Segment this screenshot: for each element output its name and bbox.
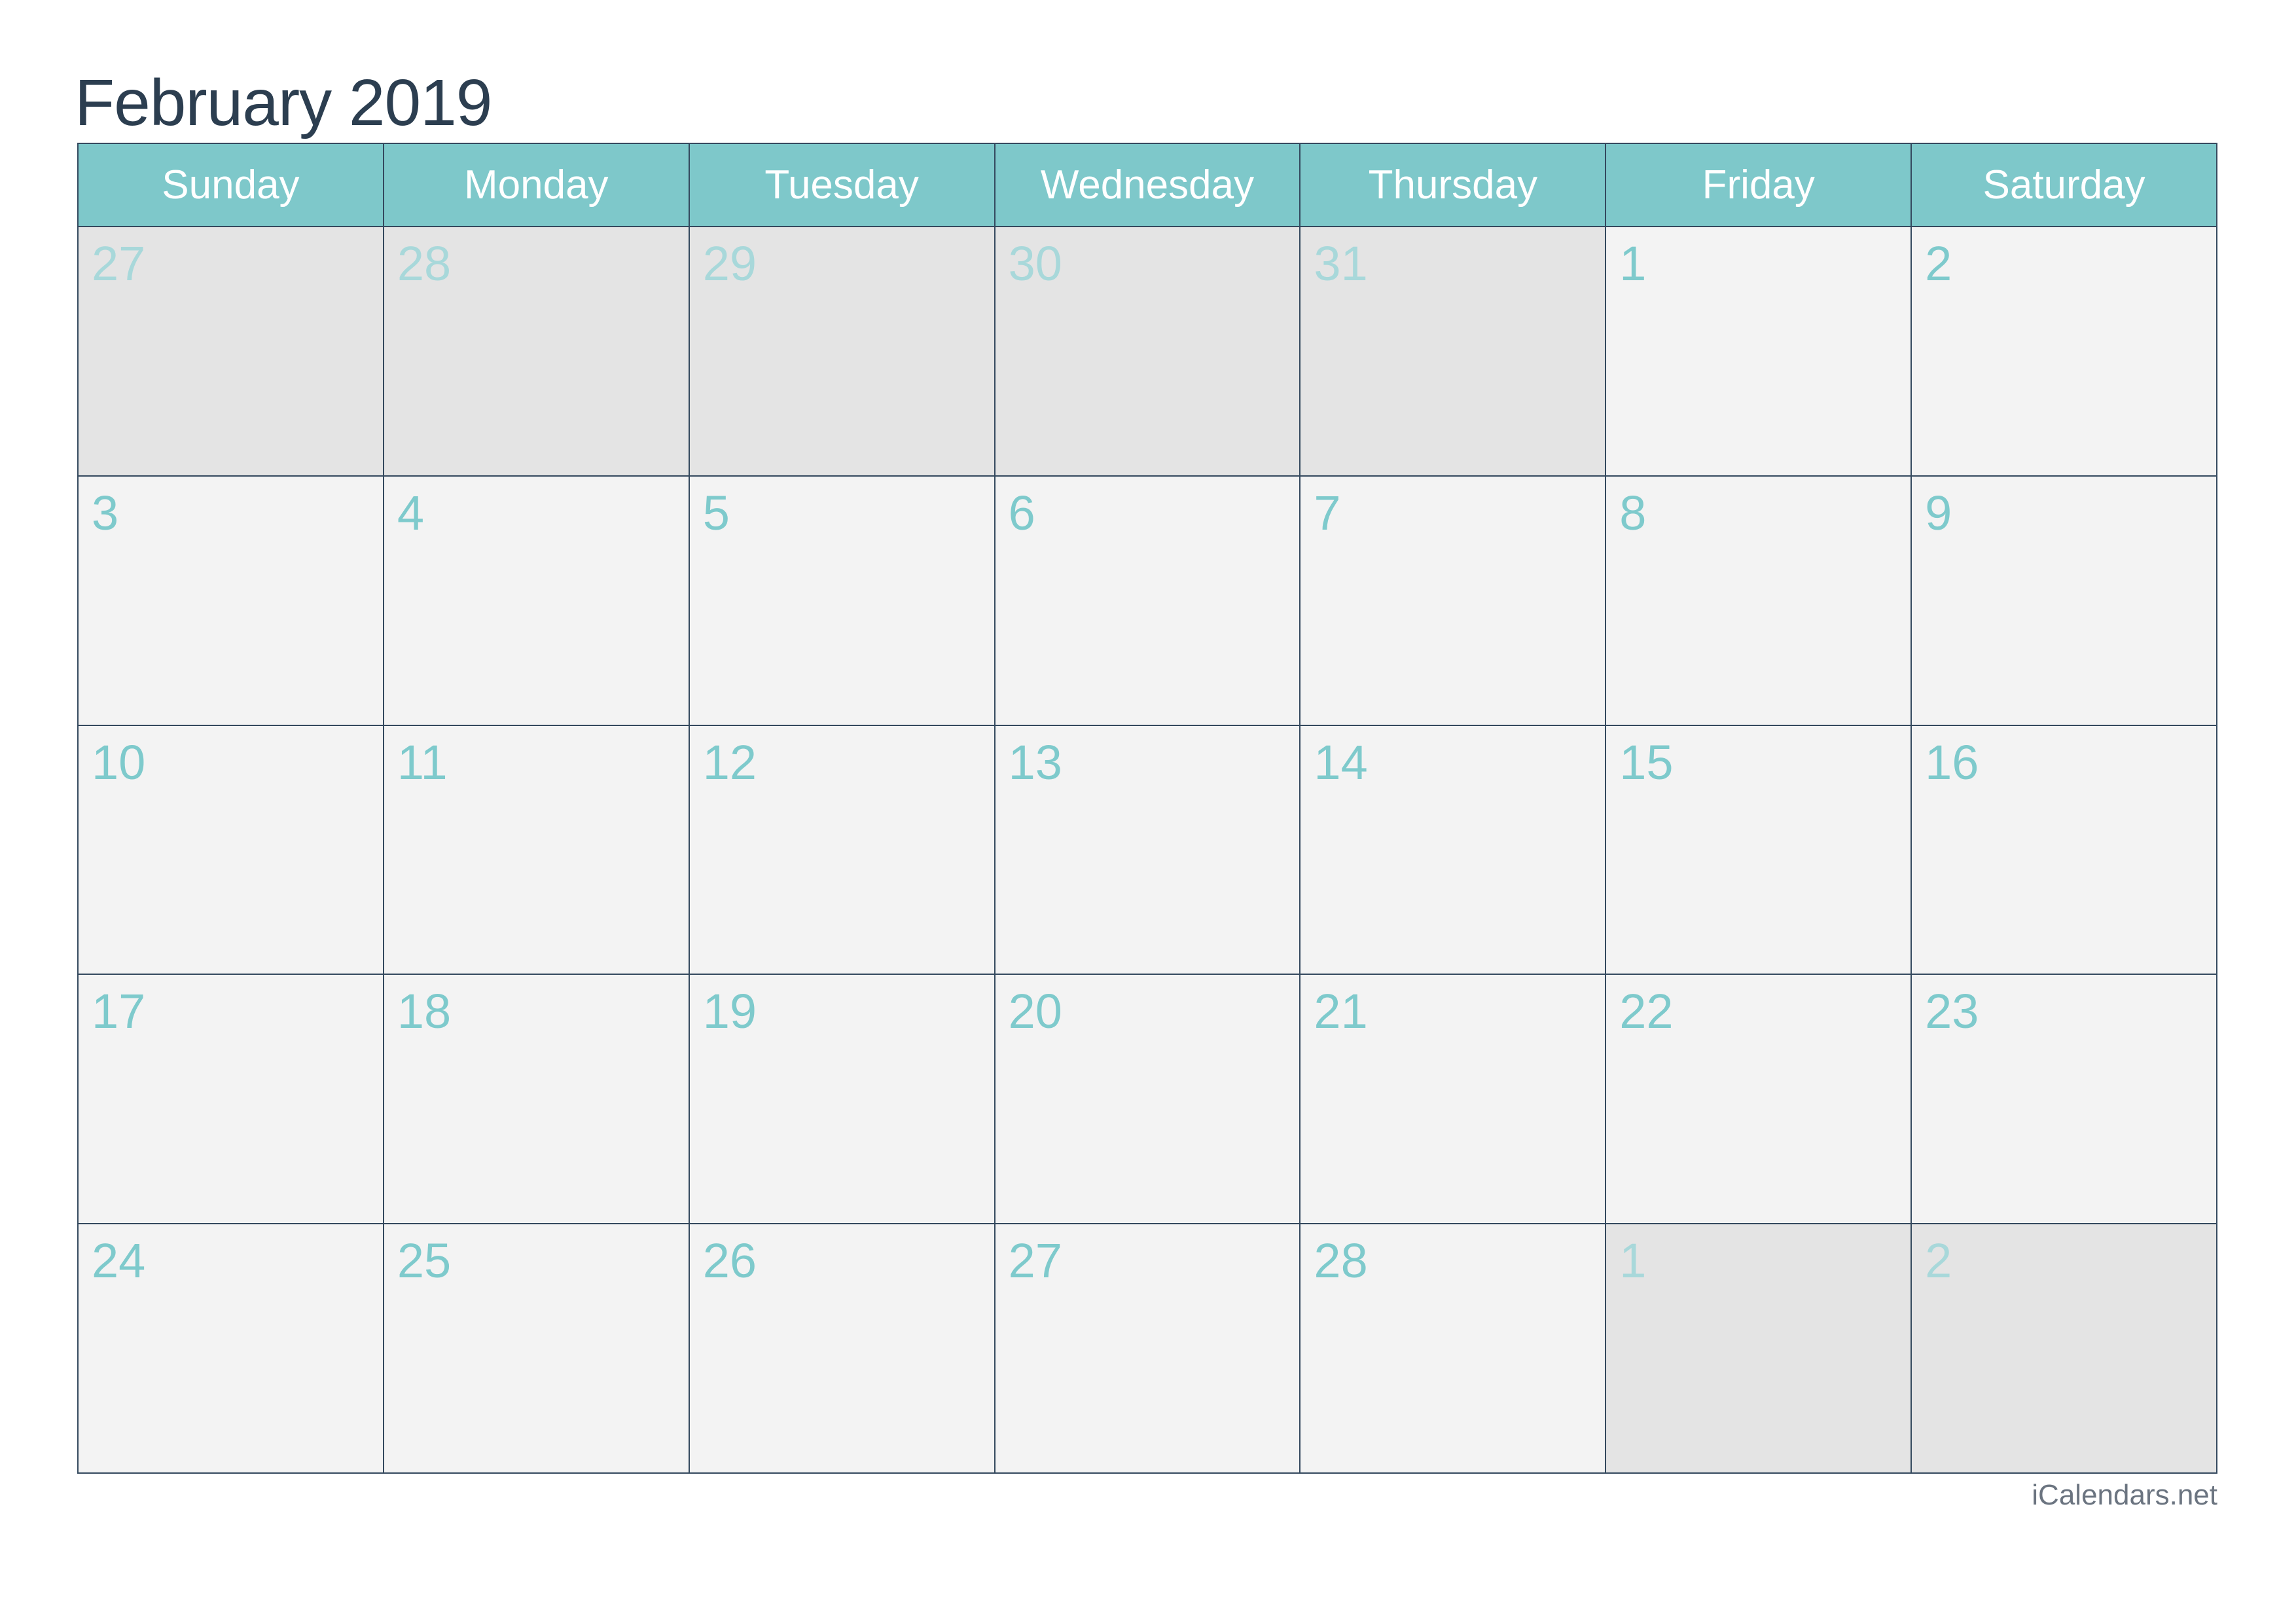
day-cell: 7 (1300, 476, 1605, 725)
day-cell-other-month: 28 (384, 227, 689, 475)
day-cell: 17 (79, 975, 383, 1224)
day-number: 17 (92, 984, 146, 1039)
day-number: 2 (1925, 1233, 1952, 1288)
weekday-header-saturday: Saturday (1912, 144, 2216, 226)
day-cell: 9 (1912, 476, 2216, 725)
day-cell-other-month: 29 (689, 227, 994, 475)
day-cell: 15 (1606, 725, 1911, 974)
day-number: 25 (397, 1233, 452, 1288)
day-number: 18 (397, 984, 452, 1039)
day-number: 20 (1008, 984, 1062, 1039)
weekday-header-monday: Monday (384, 144, 689, 226)
day-number: 13 (1008, 735, 1062, 790)
day-number: 1 (1619, 236, 1647, 291)
day-number: 11 (397, 735, 448, 790)
day-cell-other-month: 30 (995, 227, 1300, 475)
site-credit: iCalendars.net (2032, 1479, 2217, 1511)
day-cell: 23 (1912, 975, 2216, 1224)
day-number: 26 (702, 1233, 757, 1288)
weekday-header-friday: Friday (1606, 144, 1911, 226)
day-number: 4 (397, 485, 424, 540)
day-cell: 12 (689, 725, 994, 974)
day-cell: 24 (79, 1224, 383, 1472)
day-number: 29 (702, 236, 757, 291)
day-cell: 4 (384, 476, 689, 725)
day-cell: 20 (995, 975, 1300, 1224)
day-cell: 1 (1606, 227, 1911, 475)
day-number: 22 (1619, 984, 1674, 1039)
day-cell: 13 (995, 725, 1300, 974)
day-cell: 22 (1606, 975, 1911, 1224)
weekday-header-tuesday: Tuesday (689, 144, 994, 226)
day-number: 21 (1314, 984, 1368, 1039)
day-number: 10 (92, 735, 146, 790)
day-number: 31 (1314, 236, 1368, 291)
day-number: 28 (1314, 1233, 1368, 1288)
day-number: 2 (1925, 236, 1952, 291)
day-number: 9 (1925, 485, 1952, 540)
day-cell-other-month: 27 (79, 227, 383, 475)
day-cell: 28 (1300, 1224, 1605, 1472)
day-number: 14 (1314, 735, 1368, 790)
day-cell: 3 (79, 476, 383, 725)
day-number: 3 (92, 485, 119, 540)
day-cell-other-month: 31 (1300, 227, 1605, 475)
day-cell: 18 (384, 975, 689, 1224)
weekday-header-sunday: Sunday (79, 144, 383, 226)
day-cell: 26 (689, 1224, 994, 1472)
day-cell-other-month: 2 (1912, 1224, 2216, 1472)
day-cell: 25 (384, 1224, 689, 1472)
day-cell: 21 (1300, 975, 1605, 1224)
day-number: 12 (702, 735, 757, 790)
weekday-header-thursday: Thursday (1300, 144, 1605, 226)
day-cell-other-month: 1 (1606, 1224, 1911, 1472)
day-cell: 10 (79, 725, 383, 974)
day-number: 30 (1008, 236, 1062, 291)
weekday-header-wednesday: Wednesday (995, 144, 1300, 226)
day-number: 6 (1008, 485, 1035, 540)
page-title: February 2019 (75, 66, 492, 139)
day-number: 7 (1314, 485, 1341, 540)
day-number: 19 (702, 984, 757, 1039)
day-cell: 2 (1912, 227, 2216, 475)
day-cell: 14 (1300, 725, 1605, 974)
day-number: 1 (1619, 1233, 1647, 1288)
day-cell: 16 (1912, 725, 2216, 974)
day-number: 15 (1619, 735, 1674, 790)
day-number: 24 (92, 1233, 146, 1288)
day-number: 27 (1008, 1233, 1062, 1288)
day-number: 27 (92, 236, 146, 291)
day-cell: 11 (384, 725, 689, 974)
day-cell: 6 (995, 476, 1300, 725)
day-cell: 19 (689, 975, 994, 1224)
calendar-grid: Sunday Monday Tuesday Wednesday Thursday… (77, 143, 2217, 1474)
day-number: 23 (1925, 984, 1979, 1039)
day-number: 5 (702, 485, 730, 540)
day-cell: 5 (689, 476, 994, 725)
day-number: 28 (397, 236, 452, 291)
day-number: 16 (1925, 735, 1979, 790)
day-cell: 27 (995, 1224, 1300, 1472)
day-number: 8 (1619, 485, 1647, 540)
day-cell: 8 (1606, 476, 1911, 725)
